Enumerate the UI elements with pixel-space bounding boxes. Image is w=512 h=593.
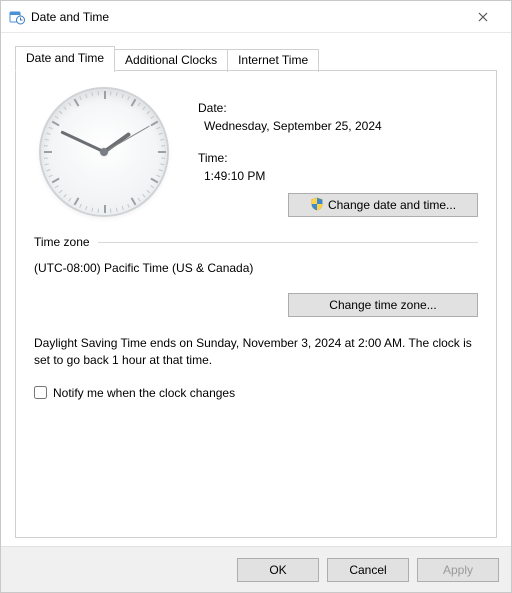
date-time-upper: Date: Wednesday, September 25, 2024 Time…	[34, 87, 478, 217]
change-date-time-button-label: Change date and time...	[328, 198, 456, 212]
titlebar: Date and Time	[1, 1, 511, 33]
date-label: Date:	[198, 101, 478, 115]
notify-checkbox[interactable]	[34, 386, 47, 399]
tab-additional-clocks[interactable]: Additional Clocks	[114, 49, 228, 72]
close-button[interactable]	[463, 3, 503, 31]
tab-panel: Date: Wednesday, September 25, 2024 Time…	[15, 70, 497, 538]
cancel-button[interactable]: Cancel	[327, 558, 409, 582]
apply-button[interactable]: Apply	[417, 558, 499, 582]
clock-calendar-icon	[9, 9, 25, 25]
date-time-info: Date: Wednesday, September 25, 2024 Time…	[198, 87, 478, 217]
window-title: Date and Time	[31, 10, 463, 24]
analog-clock	[39, 87, 169, 217]
timezone-section-header: Time zone	[34, 235, 478, 249]
change-timezone-button[interactable]: Change time zone...	[288, 293, 478, 317]
analog-clock-wrap	[34, 87, 174, 217]
tab-internet-time[interactable]: Internet Time	[227, 49, 319, 72]
uac-shield-icon	[310, 197, 324, 214]
tabstrip: Date and Time Additional Clocks Internet…	[15, 45, 497, 70]
divider	[98, 242, 478, 243]
change-timezone-button-label: Change time zone...	[329, 298, 436, 312]
date-value: Wednesday, September 25, 2024	[198, 119, 478, 133]
notify-checkbox-label: Notify me when the clock changes	[53, 386, 235, 400]
timezone-value: (UTC-08:00) Pacific Time (US & Canada)	[34, 261, 478, 275]
dialog-body: Date and Time Additional Clocks Internet…	[1, 33, 511, 546]
dst-info-text: Daylight Saving Time ends on Sunday, Nov…	[34, 335, 478, 370]
change-date-time-button[interactable]: Change date and time...	[288, 193, 478, 217]
date-time-dialog: Date and Time Date and Time Additional C…	[0, 0, 512, 593]
clock-center-pin	[100, 148, 108, 156]
timezone-section-title: Time zone	[34, 235, 90, 249]
dialog-footer: OK Cancel Apply	[1, 546, 511, 592]
time-value: 1:49:10 PM	[198, 169, 478, 183]
close-icon	[478, 12, 488, 22]
notify-checkbox-row[interactable]: Notify me when the clock changes	[34, 386, 478, 400]
ok-button[interactable]: OK	[237, 558, 319, 582]
time-label: Time:	[198, 151, 478, 165]
clock-face	[39, 87, 169, 217]
tab-date-and-time[interactable]: Date and Time	[15, 46, 115, 71]
